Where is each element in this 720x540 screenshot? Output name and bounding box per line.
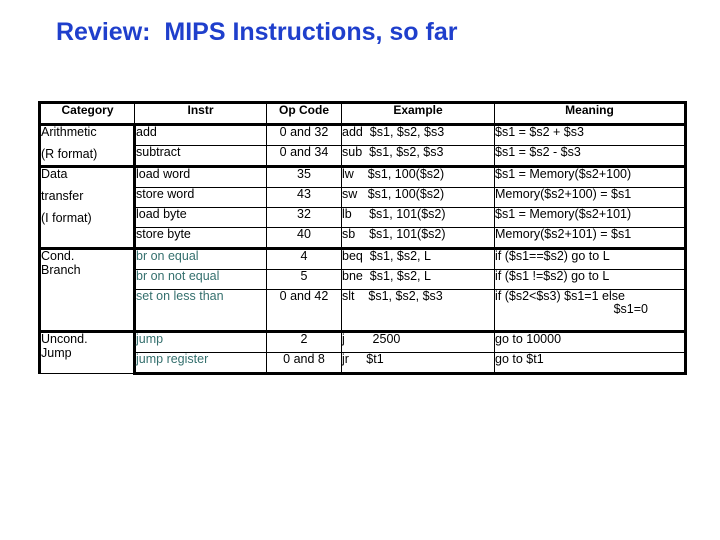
meaning-cell: go to $t1	[494, 352, 687, 375]
meaning-line-2: $s1=0	[613, 302, 648, 317]
category-cell-data-transfer: Data transfer (I format)	[38, 165, 136, 249]
instr-cell: jump	[134, 330, 267, 353]
meaning-cell: if ($s2<$s3) $s1=1 else $s1=0	[494, 289, 687, 332]
opcode-cell: 0 and 8	[266, 352, 342, 375]
column-header-category: Category	[38, 101, 135, 126]
category-line: Uncond.	[41, 332, 88, 346]
instr-cell: subtract	[134, 145, 267, 167]
category-cell-uncond-jump: Uncond. Jump	[38, 330, 136, 374]
table-row: subtract 0 and 34 sub $s1, $s2, $s3 $s1 …	[40, 145, 687, 167]
meaning-cell: $s1 = $s2 + $s3	[494, 124, 687, 146]
category-line: transfer	[41, 189, 84, 204]
instr-cell: br on equal	[134, 247, 267, 270]
table-row: set on less than 0 and 42 slt $s1, $s2, …	[40, 289, 687, 332]
instr-cell: add	[134, 124, 267, 146]
table-row: Uncond. Jump jump 2 j 2500 go to 10000	[38, 330, 687, 374]
category-cell-arithmetic: Arithmetic (R format)	[38, 124, 136, 167]
example-cell: j 2500	[341, 330, 495, 353]
example-cell: sb $s1, 101($s2)	[341, 227, 495, 249]
category-line: (R format)	[41, 147, 98, 162]
table-row: Cond. Branch br on equal 4 beq $s1, $s2,…	[38, 247, 687, 332]
instr-cell: br on not equal	[134, 269, 267, 290]
meaning-cell: $s1 = $s2 - $s3	[494, 145, 687, 167]
instr-cell: store byte	[134, 227, 267, 249]
table-row: jump register 0 and 8 jr $t1 go to $t1	[40, 352, 687, 375]
example-cell: beq $s1, $s2, L	[341, 247, 495, 270]
meaning-cell: $s1 = Memory($s2+101)	[494, 207, 687, 228]
example-cell: slt $s1, $s2, $s3	[341, 289, 495, 332]
opcode-cell: 5	[266, 269, 342, 290]
meaning-line-1: if ($s2<$s3) $s1=1 else	[495, 289, 625, 303]
category-line: Branch	[41, 263, 81, 278]
table-row: store byte 40 sb $s1, 101($s2) Memory($s…	[40, 227, 687, 249]
opcode-cell: 40	[266, 227, 342, 249]
meaning-cell: if ($s1==$s2) go to L	[494, 247, 687, 270]
instr-cell: load word	[134, 165, 267, 188]
table-header-row: Category Instr Op Code Example Meaning	[38, 101, 687, 126]
table-row: br on not equal 5 bne $s1, $s2, L if ($s…	[40, 269, 687, 290]
opcode-cell: 2	[266, 330, 342, 353]
category-line: (I format)	[41, 211, 92, 226]
instr-cell: load byte	[134, 207, 267, 228]
opcode-cell: 35	[266, 165, 342, 188]
meaning-cell: if ($s1 !=$s2) go to L	[494, 269, 687, 290]
column-header-meaning: Meaning	[494, 101, 687, 126]
example-cell: jr $t1	[341, 352, 495, 375]
opcode-cell: 4	[266, 247, 342, 270]
table-row: Data transfer (I format) load word 35 lw…	[38, 165, 687, 249]
table-row: load byte 32 lb $s1, 101($s2) $s1 = Memo…	[40, 207, 687, 228]
example-cell: sw $s1, 100($s2)	[341, 187, 495, 208]
meaning-cell: go to 10000	[494, 330, 687, 353]
instr-cell: jump register	[134, 352, 267, 375]
opcode-cell: 0 and 32	[266, 124, 342, 146]
column-header-instr: Instr	[134, 101, 267, 126]
opcode-cell: 0 and 34	[266, 145, 342, 167]
page-title: Review: MIPS Instructions, so far	[56, 18, 458, 46]
category-line: Arithmetic	[41, 125, 97, 139]
category-cell-cond-branch: Cond. Branch	[38, 247, 136, 332]
category-line: Jump	[41, 346, 72, 361]
example-cell: sub $s1, $s2, $s3	[341, 145, 495, 167]
category-line: Cond.	[41, 249, 75, 263]
column-header-example: Example	[341, 101, 495, 126]
instr-cell: set on less than	[134, 289, 267, 332]
table-row: Arithmetic (R format) add 0 and 32 add $…	[38, 124, 687, 167]
example-cell: lb $s1, 101($s2)	[341, 207, 495, 228]
example-cell: bne $s1, $s2, L	[341, 269, 495, 290]
opcode-cell: 43	[266, 187, 342, 208]
meaning-cell: Memory($s2+101) = $s1	[494, 227, 687, 249]
instr-cell: store word	[134, 187, 267, 208]
mips-instructions-table: Category Instr Op Code Example Meaning A…	[38, 101, 687, 375]
table-row: store word 43 sw $s1, 100($s2) Memory($s…	[40, 187, 687, 208]
example-cell: lw $s1, 100($s2)	[341, 165, 495, 188]
example-cell: add $s1, $s2, $s3	[341, 124, 495, 146]
meaning-cell: Memory($s2+100) = $s1	[494, 187, 687, 208]
opcode-cell: 32	[266, 207, 342, 228]
meaning-cell: $s1 = Memory($s2+100)	[494, 165, 687, 188]
column-header-opcode: Op Code	[266, 101, 342, 126]
category-line: Data	[41, 167, 68, 181]
opcode-cell: 0 and 42	[266, 289, 342, 332]
